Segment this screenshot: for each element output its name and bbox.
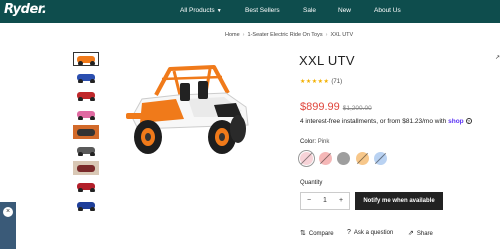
thumbnail-5[interactable] [73, 124, 99, 139]
share-icon: ⇗ [408, 230, 414, 237]
color-label: Color: Pink [300, 139, 330, 145]
info-icon[interactable]: ? [465, 118, 472, 125]
installments-text: 4 interest-free installments, or from $8… [300, 118, 447, 125]
thumbnail-3[interactable] [73, 88, 99, 102]
breadcrumb-category[interactable]: 1-Seater Electric Ride On Toys [248, 32, 323, 38]
share-button[interactable]: ⇗ Share [408, 229, 433, 237]
compare-button[interactable]: ⇅ Compare [300, 229, 334, 237]
nav-all-products[interactable]: All Products ▼ [180, 7, 222, 14]
breadcrumb-home[interactable]: Home [225, 32, 240, 38]
swatch-blue[interactable] [374, 152, 387, 165]
compare-icon: ⇅ [300, 230, 306, 237]
chevron-down-icon: ▼ [216, 8, 222, 14]
breadcrumb-current: XXL UTV [330, 32, 354, 38]
original-price: $1,200.00 [342, 105, 372, 112]
swatch-pink[interactable] [298, 150, 315, 167]
selected-color-value: Pink [317, 139, 330, 145]
nav-new[interactable]: New [338, 7, 351, 14]
nav-sale[interactable]: Sale [303, 7, 316, 14]
thumbnail-4[interactable] [73, 107, 99, 121]
product-title: XXL UTV [299, 53, 355, 68]
close-icon[interactable]: × [3, 207, 13, 217]
ask-question-button[interactable]: ? Ask a question [347, 229, 393, 236]
swatch-red[interactable] [319, 152, 332, 165]
top-nav-bar: Ryder. All Products ▼ Best Sellers Sale N… [0, 0, 500, 23]
quantity-input[interactable]: 1 [323, 197, 327, 204]
breadcrumb-separator: › [242, 32, 245, 38]
star-rating-icon: ★★★★★ [300, 79, 330, 85]
quantity-stepper: − 1 + [300, 192, 350, 210]
sale-price: $899.99 [300, 101, 340, 113]
product-rating[interactable]: ★★★★★ (71) [300, 78, 342, 85]
thumbnail-gallery [73, 52, 99, 216]
review-count: (71) [331, 79, 343, 85]
product-price: $899.99 $1,200.00 [300, 97, 372, 115]
share-icon[interactable]: ↗ [495, 54, 500, 61]
breadcrumb-separator: › [325, 32, 328, 38]
quantity-label: Quantity [300, 180, 323, 186]
nav-best-sellers[interactable]: Best Sellers [245, 7, 280, 14]
thumbnail-9[interactable] [73, 198, 99, 212]
brand-logo[interactable]: Ryder. [4, 2, 47, 17]
notify-me-button[interactable]: Notify me when available [355, 192, 443, 210]
product-main-image[interactable] [118, 55, 258, 165]
installments-info: 4 interest-free installments, or from $8… [300, 118, 472, 125]
swatch-grey[interactable] [337, 152, 350, 165]
thumbnail-8[interactable] [73, 179, 99, 193]
shop-pay-logo[interactable]: shop [448, 118, 464, 125]
thumbnail-7[interactable] [73, 161, 99, 176]
thumbnail-1[interactable] [73, 52, 99, 66]
breadcrumb: Home › 1-Seater Electric Ride On Toys › XXL … [225, 32, 353, 38]
swatch-orange[interactable] [356, 152, 369, 165]
thumbnail-2[interactable] [73, 70, 99, 84]
quantity-decrease-button[interactable]: − [307, 197, 311, 204]
question-icon: ? [347, 229, 351, 236]
thumbnail-6[interactable] [73, 143, 99, 157]
quantity-increase-button[interactable]: + [339, 197, 343, 204]
nav-about-us[interactable]: About Us [374, 7, 401, 14]
